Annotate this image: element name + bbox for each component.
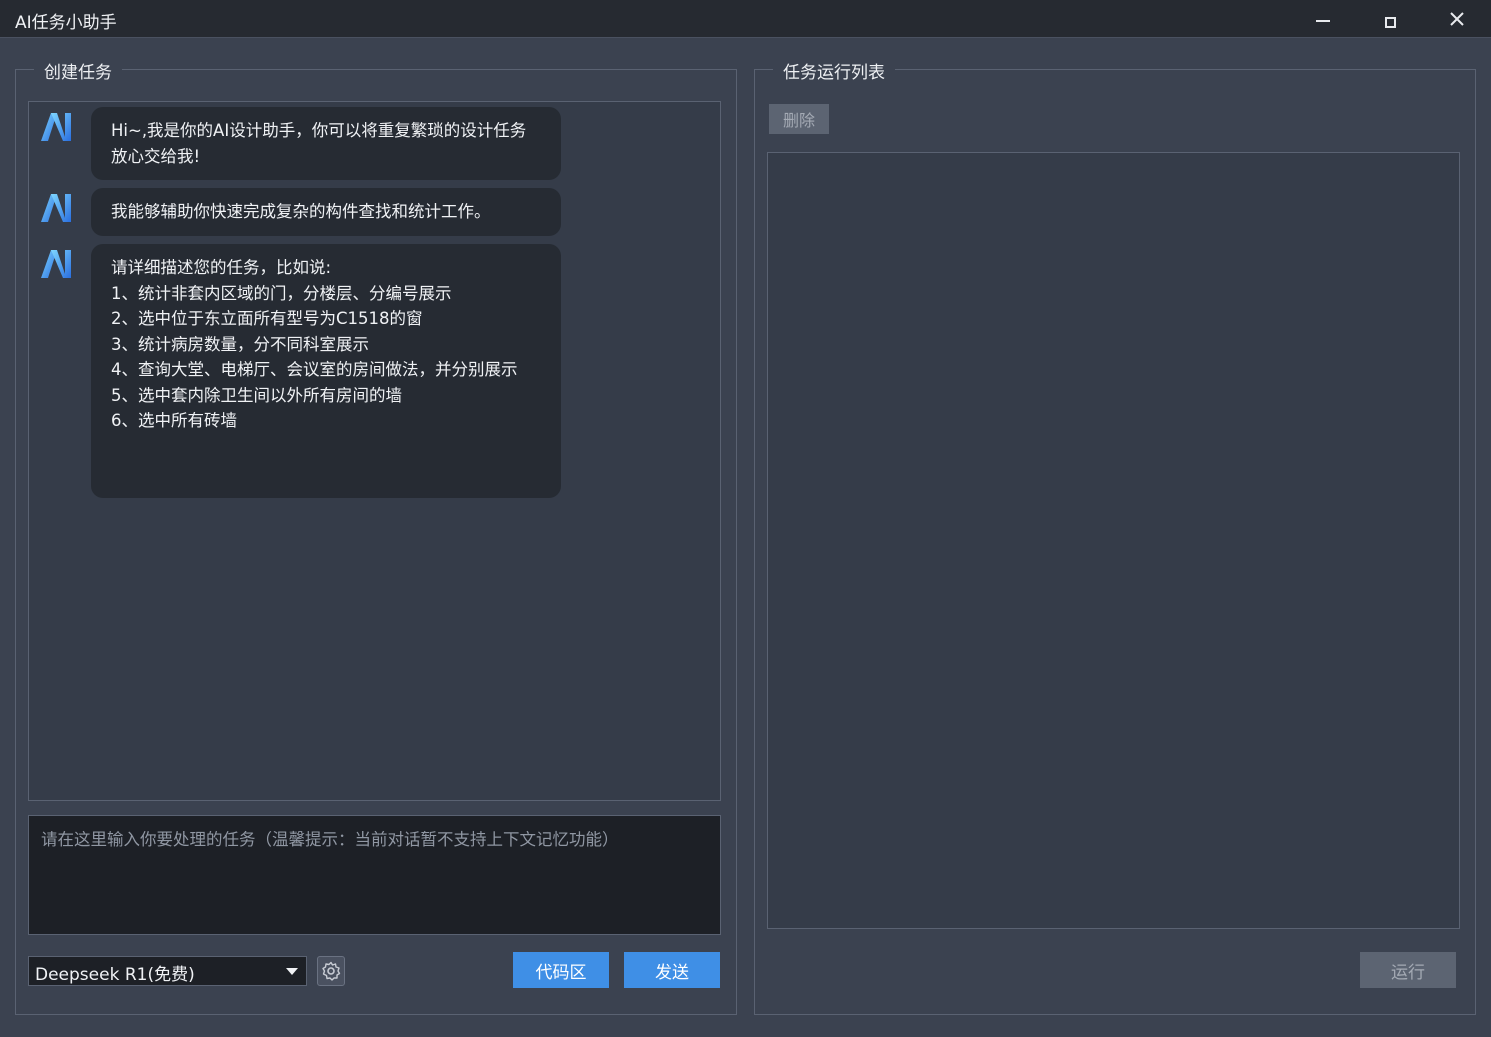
close-button[interactable]: [1429, 0, 1485, 38]
minimize-button[interactable]: [1295, 0, 1351, 38]
create-task-legend: 创建任务: [34, 58, 122, 83]
close-icon: [1450, 12, 1464, 26]
send-button[interactable]: 发送: [624, 952, 720, 988]
settings-button[interactable]: [317, 956, 345, 986]
chevron-down-icon: [286, 968, 298, 975]
task-list-group: 任务运行列表 删除 运行: [754, 58, 1476, 1015]
chat-message: 我能够辅助你快速完成复杂的构件查找和统计工作。: [37, 188, 561, 236]
task-run-list[interactable]: [767, 152, 1460, 929]
model-select-value: Deepseek R1(免费): [35, 965, 195, 985]
create-task-group: 创建任务 Hi~,我是你的AI设计助手，你可以将重复繁琐的设计任务放心交给我!: [15, 58, 737, 1015]
ai-logo-icon: [41, 113, 71, 141]
run-button[interactable]: 运行: [1360, 952, 1456, 988]
chat-message: Hi~,我是你的AI设计助手，你可以将重复繁琐的设计任务放心交给我!: [37, 107, 561, 180]
ai-logo-icon: [41, 250, 71, 278]
model-select[interactable]: Deepseek R1(免费): [28, 956, 307, 986]
ai-logo-icon: [41, 194, 71, 222]
window-title: AI任务小助手: [15, 13, 117, 33]
chat-area[interactable]: Hi~,我是你的AI设计助手，你可以将重复繁琐的设计任务放心交给我! 我能够辅助…: [28, 101, 721, 801]
maximize-button[interactable]: [1362, 0, 1418, 38]
message-bubble: 我能够辅助你快速完成复杂的构件查找和统计工作。: [91, 188, 561, 236]
message-bubble: Hi~,我是你的AI设计助手，你可以将重复繁琐的设计任务放心交给我!: [91, 107, 561, 180]
minimize-icon: [1316, 20, 1330, 22]
maximize-icon: [1384, 16, 1396, 28]
delete-button[interactable]: 删除: [769, 104, 829, 134]
chat-message: 请详细描述您的任务，比如说: 1、统计非套内区域的门，分楼层、分编号展示 2、选…: [37, 244, 561, 498]
title-bar: AI任务小助手: [0, 0, 1491, 38]
task-input-container: [28, 815, 721, 935]
task-input[interactable]: [39, 824, 710, 926]
task-list-legend: 任务运行列表: [773, 58, 895, 83]
code-area-button[interactable]: 代码区: [513, 952, 609, 988]
gear-icon: [322, 961, 341, 981]
message-bubble: 请详细描述您的任务，比如说: 1、统计非套内区域的门，分楼层、分编号展示 2、选…: [91, 244, 561, 498]
